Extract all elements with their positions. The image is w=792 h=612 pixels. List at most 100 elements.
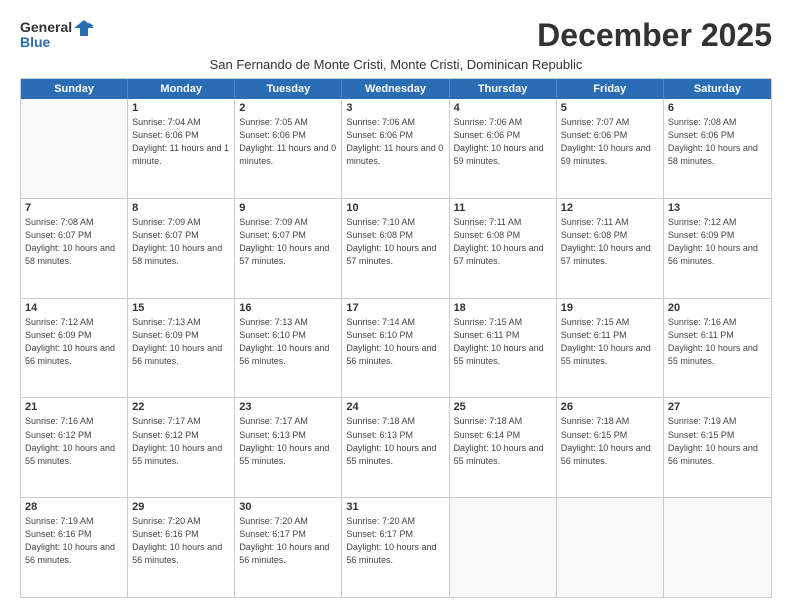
- cell-info: Sunrise: 7:15 AM Sunset: 6:11 PM Dayligh…: [454, 316, 552, 368]
- cal-cell-w2-d6: 12 Sunrise: 7:11 AM Sunset: 6:08 PM Dayli…: [557, 199, 664, 298]
- calendar-body: 1 Sunrise: 7:04 AM Sunset: 6:06 PM Daylig…: [21, 99, 771, 597]
- cell-info: Sunrise: 7:05 AM Sunset: 6:06 PM Dayligh…: [239, 116, 337, 168]
- cell-info: Sunrise: 7:08 AM Sunset: 6:06 PM Dayligh…: [668, 116, 767, 168]
- cal-cell-w5-d5: [450, 498, 557, 597]
- day-number: 11: [454, 202, 552, 214]
- calendar-header: Sunday Monday Tuesday Wednesday Thursday…: [21, 79, 771, 99]
- cell-info: Sunrise: 7:09 AM Sunset: 6:07 PM Dayligh…: [132, 216, 230, 268]
- cal-cell-w1-d1: [21, 99, 128, 198]
- week-row-4: 21 Sunrise: 7:16 AM Sunset: 6:12 PM Dayli…: [21, 397, 771, 497]
- cal-cell-w3-d5: 18 Sunrise: 7:15 AM Sunset: 6:11 PM Dayli…: [450, 299, 557, 398]
- cal-cell-w2-d3: 9 Sunrise: 7:09 AM Sunset: 6:07 PM Daylig…: [235, 199, 342, 298]
- cell-info: Sunrise: 7:18 AM Sunset: 6:14 PM Dayligh…: [454, 415, 552, 467]
- day-number: 20: [668, 302, 767, 314]
- day-number: 21: [25, 401, 123, 413]
- cell-info: Sunrise: 7:13 AM Sunset: 6:09 PM Dayligh…: [132, 316, 230, 368]
- cal-cell-w3-d7: 20 Sunrise: 7:16 AM Sunset: 6:11 PM Dayli…: [664, 299, 771, 398]
- header-row: General Blue December 2025: [20, 18, 772, 53]
- cal-cell-w5-d2: 29 Sunrise: 7:20 AM Sunset: 6:16 PM Dayli…: [128, 498, 235, 597]
- day-number: 5: [561, 102, 659, 114]
- header-thursday: Thursday: [450, 79, 557, 99]
- week-row-2: 7Sunrise: 7:08 AM Sunset: 6:07 PM Daylig…: [21, 198, 771, 298]
- subtitle: San Fernando de Monte Cristi, Monte Cris…: [20, 57, 772, 72]
- cal-cell-w3-d4: 17 Sunrise: 7:14 AM Sunset: 6:10 PM Dayli…: [342, 299, 449, 398]
- day-number: 23: [239, 401, 337, 413]
- cal-cell-w4-d6: 26Sunrise: 7:18 AM Sunset: 6:15 PM Dayli…: [557, 398, 664, 497]
- cell-info: Sunrise: 7:07 AM Sunset: 6:06 PM Dayligh…: [561, 116, 659, 168]
- cal-cell-w2-d1: 7Sunrise: 7:08 AM Sunset: 6:07 PM Daylig…: [21, 199, 128, 298]
- day-number: 12: [561, 202, 659, 214]
- cell-info: Sunrise: 7:15 AM Sunset: 6:11 PM Dayligh…: [561, 316, 659, 368]
- cell-info: Sunrise: 7:14 AM Sunset: 6:10 PM Dayligh…: [346, 316, 444, 368]
- day-number: 22: [132, 401, 230, 413]
- day-number: 29: [132, 501, 230, 513]
- day-number: 17: [346, 302, 444, 314]
- day-number: 4: [454, 102, 552, 114]
- header-saturday: Saturday: [664, 79, 771, 99]
- cal-cell-w5-d3: 30Sunrise: 7:20 AM Sunset: 6:17 PM Dayli…: [235, 498, 342, 597]
- month-title: December 2025: [537, 18, 772, 53]
- day-number: 24: [346, 401, 444, 413]
- day-number: 14: [25, 302, 123, 314]
- cell-info: Sunrise: 7:12 AM Sunset: 6:09 PM Dayligh…: [668, 216, 767, 268]
- day-number: 1: [132, 102, 230, 114]
- cell-info: Sunrise: 7:19 AM Sunset: 6:15 PM Dayligh…: [668, 415, 767, 467]
- cal-cell-w2-d7: 13 Sunrise: 7:12 AM Sunset: 6:09 PM Dayli…: [664, 199, 771, 298]
- cal-cell-w4-d7: 27Sunrise: 7:19 AM Sunset: 6:15 PM Dayli…: [664, 398, 771, 497]
- day-number: 26: [561, 401, 659, 413]
- cal-cell-w4-d4: 24 Sunrise: 7:18 AM Sunset: 6:13 PM Dayli…: [342, 398, 449, 497]
- cell-info: Sunrise: 7:04 AM Sunset: 6:06 PM Dayligh…: [132, 116, 230, 168]
- week-row-3: 14 Sunrise: 7:12 AM Sunset: 6:09 PM Dayli…: [21, 298, 771, 398]
- cell-info: Sunrise: 7:11 AM Sunset: 6:08 PM Dayligh…: [454, 216, 552, 268]
- logo-blue: Blue: [20, 34, 50, 50]
- cell-info: Sunrise: 7:19 AM Sunset: 6:16 PM Dayligh…: [25, 515, 123, 567]
- cal-cell-w1-d3: 2Sunrise: 7:05 AM Sunset: 6:06 PM Daylig…: [235, 99, 342, 198]
- header-tuesday: Tuesday: [235, 79, 342, 99]
- day-number: 30: [239, 501, 337, 513]
- day-number: 19: [561, 302, 659, 314]
- logo-bird-icon: [74, 18, 94, 36]
- cal-cell-w4-d1: 21 Sunrise: 7:16 AM Sunset: 6:12 PM Dayli…: [21, 398, 128, 497]
- day-number: 25: [454, 401, 552, 413]
- logo-general: General: [20, 19, 72, 35]
- cell-info: Sunrise: 7:10 AM Sunset: 6:08 PM Dayligh…: [346, 216, 444, 268]
- cell-info: Sunrise: 7:20 AM Sunset: 6:16 PM Dayligh…: [132, 515, 230, 567]
- day-number: 28: [25, 501, 123, 513]
- cell-info: Sunrise: 7:11 AM Sunset: 6:08 PM Dayligh…: [561, 216, 659, 268]
- cell-info: Sunrise: 7:17 AM Sunset: 6:12 PM Dayligh…: [132, 415, 230, 467]
- calendar: Sunday Monday Tuesday Wednesday Thursday…: [20, 78, 772, 598]
- header-friday: Friday: [557, 79, 664, 99]
- cell-info: Sunrise: 7:08 AM Sunset: 6:07 PM Dayligh…: [25, 216, 123, 268]
- cal-cell-w2-d4: 10 Sunrise: 7:10 AM Sunset: 6:08 PM Dayli…: [342, 199, 449, 298]
- cal-cell-w2-d5: 11 Sunrise: 7:11 AM Sunset: 6:08 PM Dayli…: [450, 199, 557, 298]
- day-number: 3: [346, 102, 444, 114]
- cal-cell-w2-d2: 8 Sunrise: 7:09 AM Sunset: 6:07 PM Daylig…: [128, 199, 235, 298]
- day-number: 6: [668, 102, 767, 114]
- cal-cell-w5-d7: [664, 498, 771, 597]
- day-number: 15: [132, 302, 230, 314]
- day-number: 13: [668, 202, 767, 214]
- cal-cell-w3-d1: 14 Sunrise: 7:12 AM Sunset: 6:09 PM Dayli…: [21, 299, 128, 398]
- cell-info: Sunrise: 7:17 AM Sunset: 6:13 PM Dayligh…: [239, 415, 337, 467]
- cal-cell-w5-d6: [557, 498, 664, 597]
- cell-info: Sunrise: 7:16 AM Sunset: 6:12 PM Dayligh…: [25, 415, 123, 467]
- cell-info: Sunrise: 7:09 AM Sunset: 6:07 PM Dayligh…: [239, 216, 337, 268]
- cal-cell-w4-d5: 25 Sunrise: 7:18 AM Sunset: 6:14 PM Dayli…: [450, 398, 557, 497]
- cell-info: Sunrise: 7:06 AM Sunset: 6:06 PM Dayligh…: [454, 116, 552, 168]
- day-number: 9: [239, 202, 337, 214]
- day-number: 8: [132, 202, 230, 214]
- cell-info: Sunrise: 7:18 AM Sunset: 6:13 PM Dayligh…: [346, 415, 444, 467]
- cell-info: Sunrise: 7:16 AM Sunset: 6:11 PM Dayligh…: [668, 316, 767, 368]
- header-wednesday: Wednesday: [342, 79, 449, 99]
- cal-cell-w1-d7: 6 Sunrise: 7:08 AM Sunset: 6:06 PM Daylig…: [664, 99, 771, 198]
- week-row-5: 28 Sunrise: 7:19 AM Sunset: 6:16 PM Dayli…: [21, 497, 771, 597]
- cal-cell-w1-d5: 4 Sunrise: 7:06 AM Sunset: 6:06 PM Daylig…: [450, 99, 557, 198]
- cal-cell-w1-d2: 1 Sunrise: 7:04 AM Sunset: 6:06 PM Daylig…: [128, 99, 235, 198]
- day-number: 10: [346, 202, 444, 214]
- cell-info: Sunrise: 7:12 AM Sunset: 6:09 PM Dayligh…: [25, 316, 123, 368]
- day-number: 18: [454, 302, 552, 314]
- cal-cell-w4-d3: 23 Sunrise: 7:17 AM Sunset: 6:13 PM Dayli…: [235, 398, 342, 497]
- cal-cell-w5-d4: 31 Sunrise: 7:20 AM Sunset: 6:17 PM Dayli…: [342, 498, 449, 597]
- cell-info: Sunrise: 7:20 AM Sunset: 6:17 PM Dayligh…: [346, 515, 444, 567]
- day-number: 31: [346, 501, 444, 513]
